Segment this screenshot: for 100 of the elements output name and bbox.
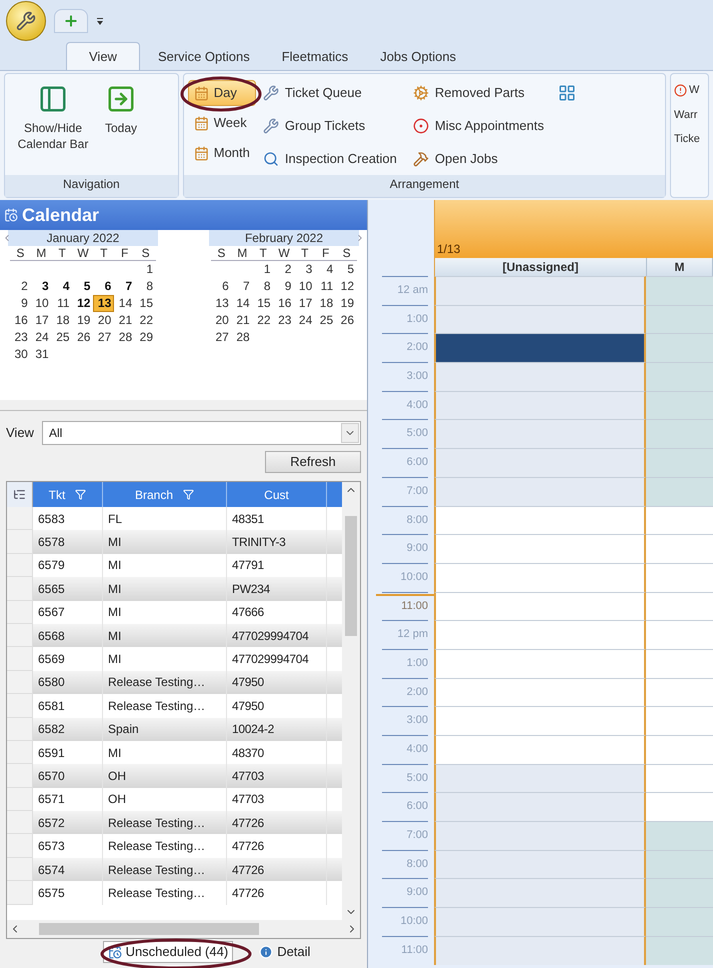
calendar-day[interactable]: 8 (252, 278, 274, 295)
calendar-day[interactable]: 12 (336, 278, 357, 295)
customize-icon[interactable] (96, 16, 104, 26)
calendar-day[interactable]: 7 (232, 278, 253, 295)
row-selector[interactable] (7, 670, 33, 694)
calendar-day[interactable]: 29 (135, 329, 156, 346)
ribbon-tab[interactable]: View (66, 42, 140, 70)
calendar-day[interactable]: 5 (72, 278, 94, 295)
today-button[interactable]: Today (103, 84, 140, 175)
calendar-day[interactable]: 10 (30, 295, 52, 312)
calendar-day[interactable]: 25 (52, 329, 73, 346)
calendar-day[interactable]: 1 (135, 261, 156, 278)
grid-view-icon[interactable] (558, 84, 576, 102)
calendar-day[interactable]: 3 (294, 261, 316, 278)
ribbon-command-button[interactable]: W (674, 82, 708, 98)
calendar-day[interactable]: 25 (315, 312, 336, 329)
row-selector[interactable] (7, 740, 33, 764)
calendar-day[interactable]: 7 (114, 278, 136, 295)
calendar-day[interactable]: 15 (252, 295, 274, 312)
calendar-day[interactable]: 15 (135, 295, 156, 312)
calendar-day[interactable]: 14 (114, 295, 136, 312)
scroll-thumb[interactable] (345, 516, 357, 636)
calendar-day[interactable]: 2 (10, 278, 31, 295)
calendar-day[interactable]: 12 (72, 295, 94, 312)
calendar-day[interactable]: 19 (72, 312, 94, 329)
calendar-day[interactable]: 11 (315, 278, 336, 295)
calendar-day[interactable]: 19 (336, 295, 357, 312)
calendar-day[interactable]: 11 (52, 295, 73, 312)
row-selector[interactable] (7, 647, 33, 671)
calendar-day[interactable]: 28 (114, 329, 136, 346)
calendar-day[interactable]: 8 (135, 278, 156, 295)
row-selector[interactable] (7, 530, 33, 554)
calendar-day[interactable]: 4 (315, 261, 336, 278)
calendar-day[interactable]: 3 (30, 278, 52, 295)
calendar-day[interactable]: 6 (93, 278, 114, 295)
calendar-day[interactable]: 14 (232, 295, 253, 312)
row-selector[interactable] (7, 554, 33, 578)
calendar-day[interactable]: 20 (93, 312, 114, 329)
row-selector[interactable] (7, 811, 33, 834)
ribbon-command-button[interactable]: Ticke (674, 131, 708, 148)
calendar-day[interactable]: 17 (30, 312, 52, 329)
panel-tab[interactable]: Detail (255, 941, 314, 963)
calendar-day[interactable]: 21 (114, 312, 136, 329)
calendar-day[interactable]: 17 (294, 295, 316, 312)
ribbon-tab[interactable]: Jobs Options (366, 44, 470, 70)
view-mode-button[interactable]: Month (188, 140, 256, 166)
row-selector[interactable] (7, 694, 33, 718)
calendar-day[interactable]: 26 (336, 312, 357, 329)
calendar-day[interactable]: 26 (72, 329, 94, 346)
scroll-thumb[interactable] (38, 923, 258, 935)
ribbon-command-button[interactable]: Inspection Creation (260, 146, 400, 172)
calendar-day[interactable]: 4 (52, 278, 73, 295)
calendar-day[interactable]: 16 (10, 312, 31, 329)
ribbon-command-button[interactable]: Warr (674, 106, 708, 123)
show-hide-calendar-bar-button[interactable]: Show/Hide Calendar Bar (9, 84, 97, 175)
horizontal-scrollbar[interactable] (7, 920, 360, 938)
calendar-day[interactable]: 18 (315, 295, 336, 312)
row-selector[interactable] (7, 624, 33, 648)
calendar-day[interactable]: 23 (274, 312, 294, 329)
calendar-day[interactable]: 2 (274, 261, 294, 278)
calendar-day[interactable]: 5 (336, 261, 357, 278)
time-slot[interactable] (434, 333, 646, 362)
app-orb-icon[interactable] (6, 1, 46, 41)
calendar-day[interactable]: 30 (10, 346, 31, 363)
calendar-day[interactable]: 10 (294, 278, 316, 295)
calendar-day[interactable]: 24 (294, 312, 316, 329)
calendar-day[interactable]: 21 (232, 312, 253, 329)
ribbon-command-button[interactable]: Removed Parts (410, 80, 550, 106)
row-selector[interactable] (7, 577, 33, 601)
calendar-day[interactable]: 18 (52, 312, 73, 329)
calendar-day[interactable]: 16 (274, 295, 294, 312)
calendar-day[interactable]: 24 (30, 329, 52, 346)
column-chooser-icon[interactable] (7, 482, 33, 507)
calendar-day[interactable]: 28 (232, 329, 253, 346)
calendar-day[interactable]: 9 (10, 295, 31, 312)
row-selector[interactable] (7, 881, 33, 905)
ribbon-command-button[interactable]: Ticket Queue (260, 80, 400, 106)
refresh-button[interactable]: Refresh (265, 451, 361, 473)
calendar-day[interactable]: 20 (211, 312, 232, 329)
calendar-day[interactable]: 22 (252, 312, 274, 329)
calendar-day[interactable]: 1 (252, 261, 274, 278)
view-select[interactable]: All (42, 421, 361, 445)
row-selector[interactable] (7, 788, 33, 812)
calendar-day[interactable]: 27 (211, 329, 232, 346)
row-selector[interactable] (7, 718, 33, 741)
calendar-day[interactable]: 31 (30, 346, 52, 363)
calendar-day[interactable]: 22 (135, 312, 156, 329)
ribbon-command-button[interactable]: Open Jobs (410, 146, 550, 172)
row-selector[interactable] (7, 600, 33, 624)
view-mode-button[interactable]: Week (188, 110, 256, 136)
calendar-day[interactable]: 9 (274, 278, 294, 295)
calendar-day[interactable]: 23 (10, 329, 31, 346)
ribbon-command-button[interactable]: Group Tickets (260, 113, 400, 139)
row-selector[interactable] (7, 858, 33, 882)
calendar-day[interactable]: 27 (93, 329, 114, 346)
add-icon[interactable] (54, 9, 88, 33)
vertical-scrollbar[interactable] (342, 482, 360, 920)
view-mode-button[interactable]: Day (188, 80, 256, 106)
ribbon-tab[interactable]: Fleetmatics (268, 44, 362, 70)
calendar-day[interactable]: 13 (93, 295, 114, 312)
